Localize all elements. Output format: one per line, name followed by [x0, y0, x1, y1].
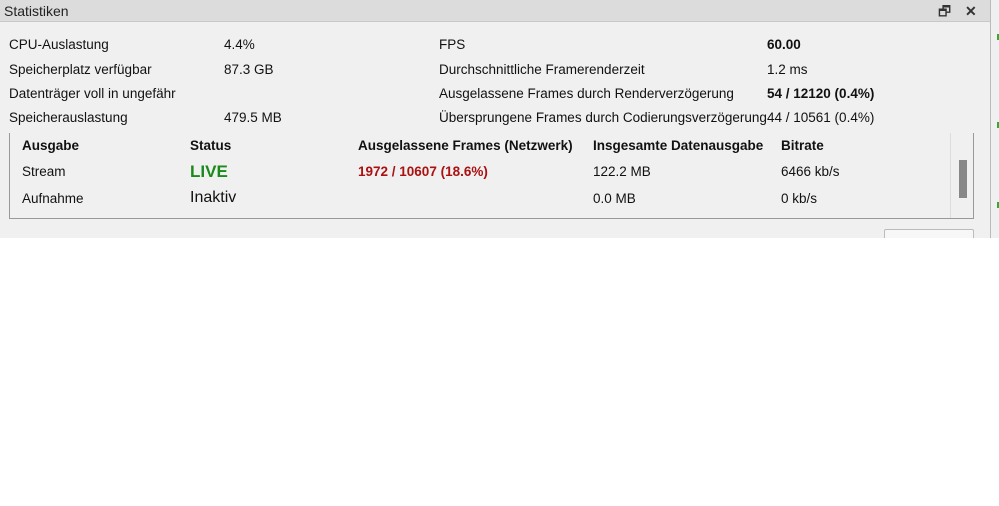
row-stream-dropped: 1972 / 10607 (18.6%): [358, 164, 488, 179]
header-total: Insgesamte Datenausgabe: [593, 138, 764, 153]
row-stream-total: 122.2 MB: [593, 164, 651, 179]
stat-value: 479.5 MB: [224, 110, 282, 125]
row-stream-bitrate: 6466 kb/s: [781, 164, 840, 179]
stat-label: FPS: [439, 37, 466, 52]
row-recording-bitrate: 0 kb/s: [781, 191, 818, 206]
stat-label: Speicherauslastung: [9, 110, 128, 125]
row-recording-output: Aufnahme: [22, 191, 84, 206]
scrollbar-thumb[interactable]: [959, 160, 967, 198]
header-output: Ausgabe: [22, 138, 80, 153]
stat-value: 60.00: [767, 37, 801, 52]
reset-button[interactable]: Zurücksetzen: [884, 229, 974, 238]
undock-icon[interactable]: 🗗: [938, 0, 951, 22]
header-dropped: Ausgelassene Frames (Netzwerk): [358, 138, 573, 153]
stat-value: 54 / 12120 (0.4%): [767, 86, 875, 101]
stat-label: CPU-Auslastung: [9, 37, 109, 52]
window-title: Statistiken: [4, 3, 69, 19]
stat-label: Übersprungene Frames durch Codierungsver…: [439, 110, 767, 125]
close-icon[interactable]: ✕: [965, 0, 977, 22]
stat-value: 4.4%: [224, 37, 255, 52]
stat-label: Speicherplatz verfügbar: [9, 62, 152, 77]
stat-value: 87.3 GB: [224, 62, 274, 77]
stat-label: Datenträger voll in ungefähr: [9, 86, 176, 101]
statistics-window: Statistiken 🗗 ✕ CPU-Auslastung 4.4% Spei…: [0, 0, 990, 238]
outputs-table: Ausgabe Status Ausgelassene Frames (Netz…: [9, 133, 974, 219]
stat-value: 44 / 10561 (0.4%): [767, 110, 875, 125]
title-bar: Statistiken 🗗 ✕: [0, 0, 990, 22]
stat-label: Ausgelassene Frames durch Renderverzöger…: [439, 86, 734, 101]
row-stream-status: LIVE: [190, 162, 228, 181]
side-panel: [990, 0, 999, 238]
row-stream-output: Stream: [22, 164, 66, 179]
table-scrollbar[interactable]: [950, 133, 973, 218]
row-recording-total: 0.0 MB: [593, 191, 636, 206]
stat-value: 1.2 ms: [767, 62, 808, 77]
header-status: Status: [190, 138, 232, 153]
stat-label: Durchschnittliche Framerenderzeit: [439, 62, 645, 77]
header-bitrate: Bitrate: [781, 138, 824, 153]
row-recording-status: Inaktiv: [190, 189, 237, 206]
